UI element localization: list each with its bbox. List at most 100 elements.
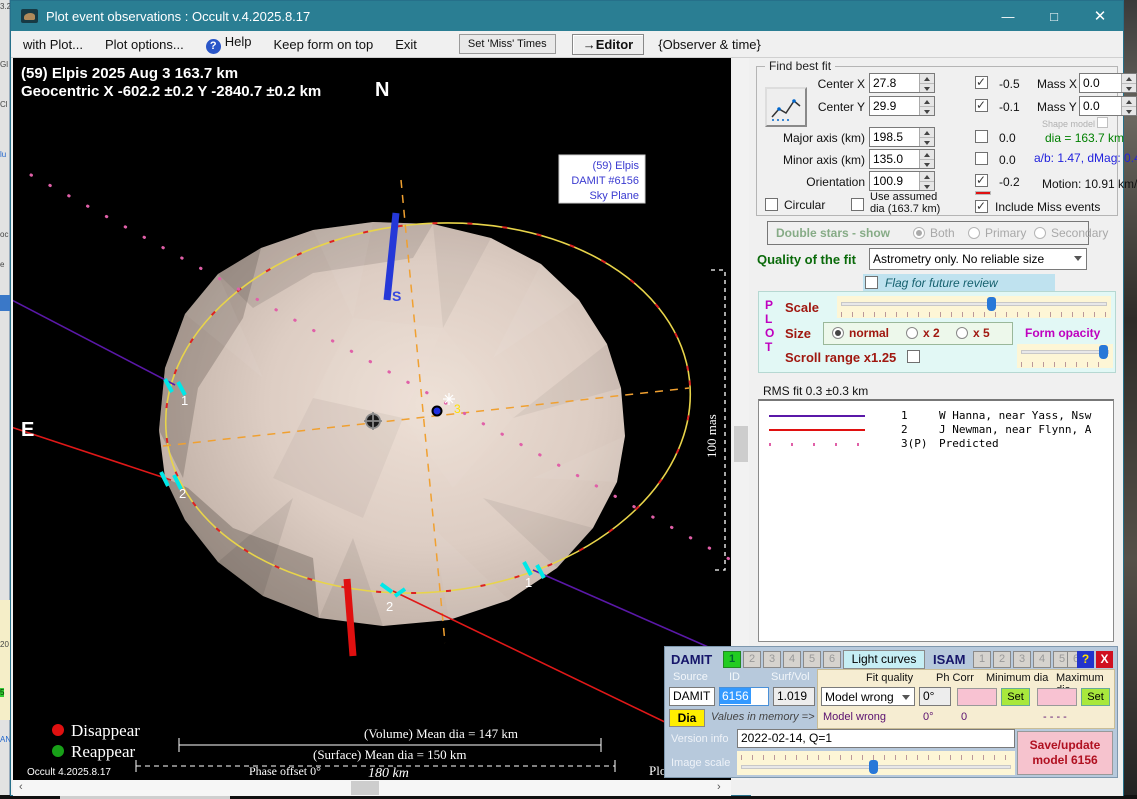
menu-help[interactable]: ?Help	[206, 34, 252, 54]
major-axis-input[interactable]: 198.5	[869, 127, 935, 147]
double-primary-radio[interactable]	[968, 227, 980, 239]
vscroll-thumb[interactable]	[734, 426, 748, 462]
include-miss-checkbox[interactable]	[975, 200, 988, 213]
orientation-checkbox[interactable]	[975, 174, 988, 187]
title-bar[interactable]: Plot event observations : Occult v.4.202…	[11, 1, 1123, 31]
id-header: ID	[729, 671, 740, 683]
observer-name: J Newman, near Flynn, A	[939, 423, 1091, 436]
maximize-button[interactable]: □	[1031, 1, 1077, 31]
menu-exit[interactable]: Exit	[395, 37, 417, 52]
save-update-button[interactable]: Save/update model 6156	[1017, 731, 1113, 775]
observer-time-label[interactable]: {Observer & time}	[658, 37, 761, 52]
damit-tab-3[interactable]: 3	[763, 651, 781, 668]
size-x5-radio[interactable]	[956, 327, 968, 339]
set-miss-times-button[interactable]: Set 'Miss' Times	[459, 34, 556, 54]
menu-keep-on-top[interactable]: Keep form on top	[274, 37, 374, 52]
double-both-radio[interactable]	[913, 227, 925, 239]
id-input[interactable]: 6156	[719, 687, 769, 706]
minimize-button[interactable]: —	[985, 1, 1031, 31]
minor-axis-checkbox[interactable]	[975, 152, 988, 165]
memory-ph-corr: 0°	[923, 711, 934, 723]
observer-name: Predicted	[939, 437, 999, 450]
dia-button[interactable]: Dia	[669, 709, 705, 727]
damit-tab-5[interactable]: 5	[803, 651, 821, 668]
source-header: Source	[673, 671, 708, 683]
double-secondary-label: Secondary	[1051, 226, 1108, 240]
isam-tab-2[interactable]: 2	[993, 651, 1011, 668]
damit-tab-1[interactable]: 1	[723, 651, 741, 668]
shape-model-checkbox[interactable]	[1097, 117, 1108, 128]
max-dia-box[interactable]	[1037, 688, 1077, 706]
list-item[interactable]: 3(P) Predicted	[759, 437, 1113, 451]
max-dia-set-button[interactable]: Set	[1081, 688, 1110, 706]
light-curves-button[interactable]: Light curves	[843, 650, 925, 669]
flag-review-checkbox[interactable]	[865, 276, 878, 289]
image-scale-thumb[interactable]	[869, 760, 878, 774]
isam-tab-3[interactable]: 3	[1013, 651, 1031, 668]
center-x-checkbox[interactable]	[975, 76, 988, 89]
center-y-checkbox[interactable]	[975, 99, 988, 112]
isam-tab-1[interactable]: 1	[973, 651, 991, 668]
center-y-input[interactable]: 29.9	[869, 96, 935, 116]
orientation-input[interactable]: 100.9	[869, 171, 935, 191]
double-both-label: Both	[930, 226, 955, 240]
use-assumed-checkbox[interactable]	[851, 198, 864, 211]
image-scale-label: Image scale	[671, 757, 730, 769]
list-item[interactable]: 2 J Newman, near Flynn, A	[759, 423, 1113, 437]
hscroll-thumb[interactable]	[351, 781, 379, 795]
form-opacity-thumb[interactable]	[1099, 345, 1108, 359]
min-dia-set-button[interactable]: Set	[1001, 688, 1030, 706]
menu-with-plot[interactable]: with Plot...	[23, 37, 83, 52]
observer-list[interactable]: 1 W Hanna, near Yass, Nsw 2 J Newman, ne…	[758, 399, 1114, 642]
sky-plane-plot[interactable]: S 1 1 2 2 3	[13, 58, 731, 780]
minor-axis-input[interactable]: 135.0	[869, 149, 935, 169]
scale-slider-thumb[interactable]	[987, 297, 996, 311]
version-info-box[interactable]: 2022-02-14, Q=1	[737, 729, 1015, 748]
major-axis-checkbox[interactable]	[975, 130, 988, 143]
ph-corr-header: Ph Corr	[936, 672, 974, 684]
damit-tab-6[interactable]: 6	[823, 651, 841, 668]
scroll-range-checkbox[interactable]	[907, 350, 920, 363]
plot-horizontal-scrollbar[interactable]: ‹ ›	[13, 780, 731, 796]
desktop-background-strip	[1124, 0, 1137, 799]
svg-text:Sky Plane: Sky Plane	[589, 190, 639, 202]
memory-fit-quality: Model wrong	[823, 711, 886, 723]
size-normal-radio[interactable]	[832, 327, 844, 339]
close-button[interactable]: ✕	[1077, 1, 1123, 31]
fit-quality-dropdown[interactable]: Model wrong	[821, 687, 915, 706]
isam-tab-4[interactable]: 4	[1033, 651, 1051, 668]
observer-number: 3(P)	[901, 437, 928, 450]
size-x2-radio[interactable]	[906, 327, 918, 339]
image-scale-slider[interactable]	[737, 751, 1015, 775]
skyplane-label-box: (59) Elpis DAMIT #6156 Sky Plane	[559, 155, 645, 203]
size-normal-label: normal	[849, 326, 889, 340]
damit-tab-4[interactable]: 4	[783, 651, 801, 668]
panel-close-button[interactable]: X	[1096, 651, 1113, 668]
menu-plot-options[interactable]: Plot options...	[105, 37, 184, 52]
scroll-right-icon[interactable]: ›	[717, 781, 721, 793]
fit-quality-header: Fit quality	[866, 672, 913, 684]
editor-button[interactable]: →Editor	[572, 34, 645, 55]
center-x-input[interactable]: 27.8	[869, 73, 935, 93]
scale-slider[interactable]	[837, 296, 1111, 318]
quality-dropdown[interactable]: Astrometry only. No reliable size	[869, 248, 1087, 270]
scroll-left-icon[interactable]: ‹	[19, 781, 23, 793]
min-dia-box[interactable]	[957, 688, 997, 706]
double-primary-label: Primary	[985, 226, 1026, 240]
dia-value: dia = 163.7 km	[1045, 131, 1124, 145]
circular-checkbox[interactable]	[765, 198, 778, 211]
rms-fit-label: RMS fit 0.3 ±0.3 km	[763, 384, 868, 398]
bg-fragment: Cl	[0, 100, 8, 109]
mass-x-label: Mass X	[1037, 77, 1077, 91]
double-secondary-radio[interactable]	[1034, 227, 1046, 239]
chord1-line-sample	[769, 415, 865, 417]
motion-value: Motion: 10.91 km/s	[1042, 177, 1137, 191]
damit-tab-2[interactable]: 2	[743, 651, 761, 668]
memory-max-dia: - - - -	[1043, 711, 1067, 723]
form-opacity-slider[interactable]	[1017, 344, 1113, 368]
mass-y-input[interactable]: 0.0	[1079, 96, 1137, 116]
mass-x-input[interactable]: 0.0	[1079, 73, 1137, 93]
help-button[interactable]: ?	[1077, 651, 1094, 668]
list-item[interactable]: 1 W Hanna, near Yass, Nsw	[759, 409, 1113, 423]
mass-y-label: Mass Y	[1037, 100, 1077, 114]
